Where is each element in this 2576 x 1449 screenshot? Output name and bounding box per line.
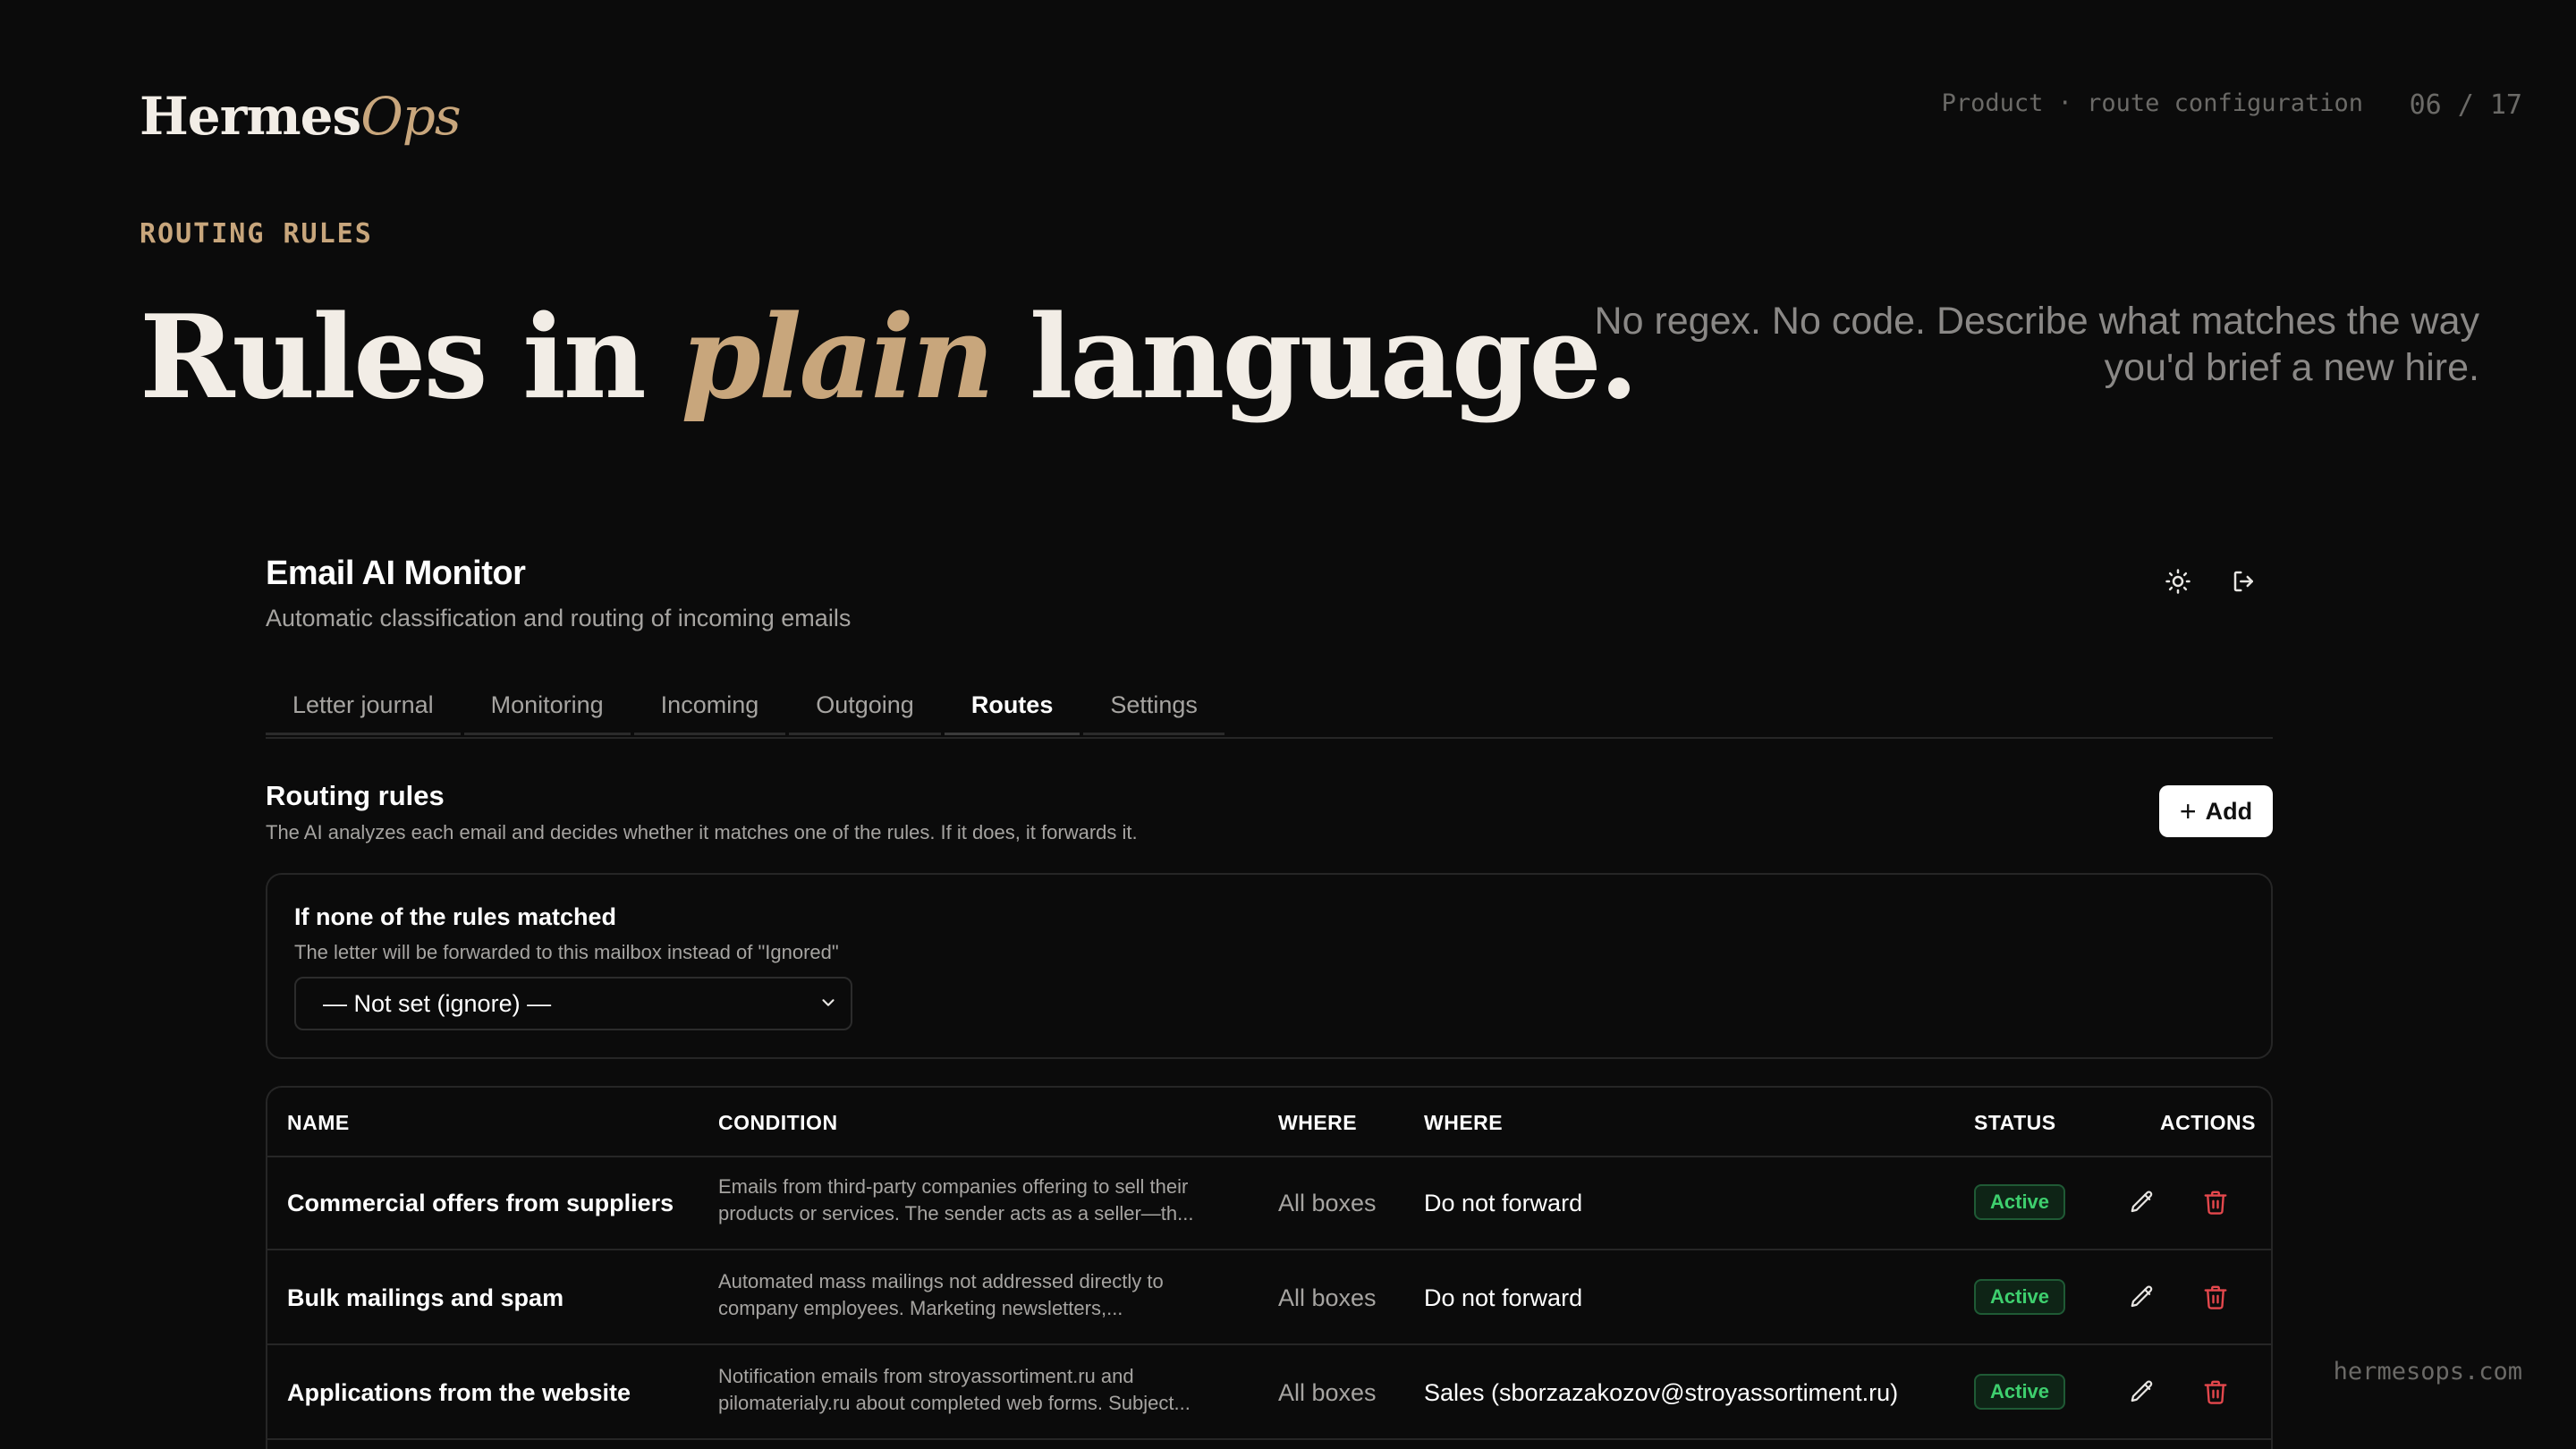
- slide-pager: 06 / 17: [2409, 89, 2522, 121]
- header-name: NAME: [287, 1111, 350, 1134]
- header-actions: ACTIONS: [2160, 1111, 2256, 1134]
- pencil-icon: [2131, 1191, 2153, 1213]
- logout-button[interactable]: [2223, 560, 2266, 603]
- add-rule-button[interactable]: + Add: [2159, 785, 2273, 837]
- footer-url: hermesops.com: [2333, 1358, 2522, 1385]
- rule-destination: Do not forward: [1424, 1190, 1583, 1216]
- rule-condition: Emails from third-party companies offeri…: [718, 1175, 1194, 1224]
- app-subtitle: Automatic classification and routing of …: [266, 605, 852, 631]
- delete-rule-button[interactable]: [2196, 1372, 2235, 1411]
- section-subtitle: The AI analyzes each email and decides w…: [266, 821, 1138, 843]
- rule-mailbox: All boxes: [1278, 1379, 1377, 1406]
- tab-settings[interactable]: Settings: [1083, 678, 1224, 735]
- fallback-mailbox-select[interactable]: — Not set (ignore) —: [294, 977, 852, 1030]
- brand-main: Hermes: [140, 86, 361, 147]
- tab-outgoing[interactable]: Outgoing: [789, 678, 941, 735]
- trash-icon: [2204, 1380, 2227, 1404]
- rule-mailbox: All boxes: [1278, 1190, 1377, 1216]
- edit-rule-button[interactable]: [2123, 1372, 2162, 1411]
- slide-eyebrow: ROUTING RULES: [140, 218, 373, 250]
- rule-destination: Sales (sborzazakozov@stroyassortiment.ru…: [1424, 1379, 1899, 1406]
- slide-lede: No regex. No code. Describe what matches…: [1594, 300, 2479, 389]
- header-where-from: WHERE: [1278, 1111, 1358, 1134]
- brand-logo: HermesOps: [140, 86, 462, 147]
- rule-condition: Notification emails from stroyassortimen…: [718, 1365, 1191, 1414]
- trash-icon: [2204, 1285, 2227, 1309]
- headline-accent: plain: [681, 291, 995, 425]
- rule-condition: Automated mass mailings not addressed di…: [718, 1270, 1164, 1319]
- header-condition: CONDITION: [718, 1111, 838, 1134]
- app-title: Email AI Monitor: [266, 555, 526, 592]
- fallback-select-value: — Not set (ignore) —: [323, 989, 552, 1017]
- header-status: STATUS: [1974, 1111, 2056, 1134]
- add-button-label: Add: [2205, 797, 2253, 825]
- slide-breadcrumb: Product · route configuration: [1941, 89, 2363, 117]
- rule-destination: Do not forward: [1424, 1284, 1583, 1311]
- rule-name: Applications from the website: [287, 1379, 631, 1406]
- headline-pre: Rules in: [140, 291, 682, 425]
- delete-rule-button[interactable]: [2196, 1277, 2235, 1317]
- tab-monitoring[interactable]: Monitoring: [463, 678, 631, 735]
- header-where-to: WHERE: [1424, 1111, 1504, 1134]
- logout-icon: [2233, 571, 2253, 592]
- status-badge: Active: [1974, 1184, 2066, 1220]
- pencil-icon: [2131, 1285, 2153, 1308]
- delete-rule-button[interactable]: [2196, 1182, 2235, 1222]
- app-window: Email AI Monitor Automatic classificatio…: [266, 551, 2273, 1449]
- tab-letter-journal[interactable]: Letter journal: [266, 678, 461, 735]
- main-tabs: Letter journal Monitoring Incoming Outgo…: [266, 678, 2273, 739]
- rule-name: Commercial offers from suppliers: [287, 1190, 674, 1216]
- section-title: Routing rules: [266, 780, 445, 811]
- slide-headline: Rules in plain language.: [140, 295, 1639, 421]
- theme-toggle-button[interactable]: [2157, 560, 2199, 603]
- trash-icon: [2204, 1191, 2227, 1215]
- plus-icon: +: [2179, 795, 2197, 827]
- edit-rule-button[interactable]: [2123, 1277, 2162, 1317]
- table-row[interactable]: Bulk mailings and spam Automated mass ma…: [267, 1250, 2271, 1345]
- table-header: NAME CONDITION WHERE WHERE STATUS ACTION…: [267, 1088, 2271, 1157]
- table-row[interactable]: Applications from the website Notificati…: [267, 1345, 2271, 1440]
- pencil-icon: [2131, 1380, 2153, 1402]
- rule-mailbox: All boxes: [1278, 1284, 1377, 1311]
- status-badge: Active: [1974, 1374, 2066, 1410]
- rules-table: NAME CONDITION WHERE WHERE STATUS ACTION…: [266, 1086, 2273, 1449]
- sun-icon: [2165, 569, 2190, 594]
- fallback-card: If none of the rules matched The letter …: [266, 873, 2273, 1059]
- tab-incoming[interactable]: Incoming: [633, 678, 786, 735]
- rule-name: Bulk mailings and spam: [287, 1284, 564, 1311]
- brand-accent: Ops: [360, 86, 461, 147]
- fallback-subtitle: The letter will be forwarded to this mai…: [294, 941, 839, 963]
- chevron-down-icon: [822, 999, 835, 1006]
- table-row[interactable]: Commercial offers from suppliers Emails …: [267, 1156, 2271, 1250]
- status-badge: Active: [1974, 1279, 2066, 1315]
- fallback-title: If none of the rules matched: [294, 903, 617, 930]
- tab-routes[interactable]: Routes: [944, 678, 1080, 735]
- edit-rule-button[interactable]: [2123, 1182, 2162, 1222]
